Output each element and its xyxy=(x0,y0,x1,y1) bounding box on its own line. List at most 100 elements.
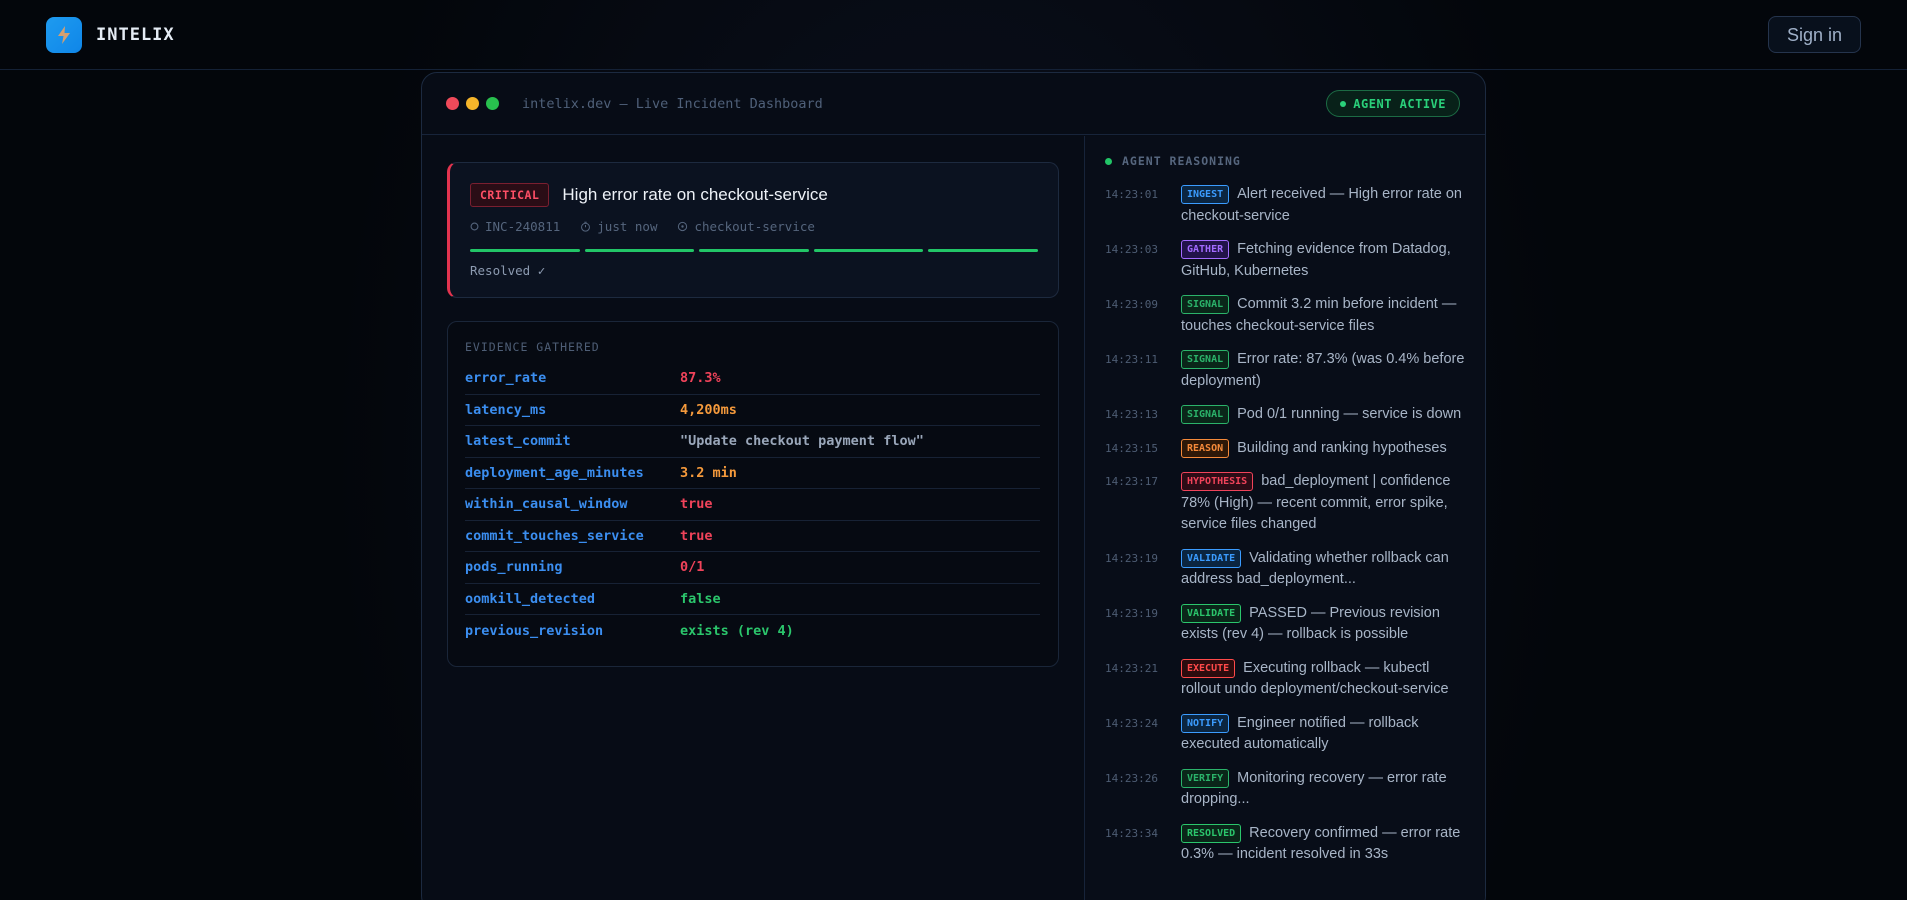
incident-time-value: just now xyxy=(597,219,658,234)
step-tag-badge: VALIDATE xyxy=(1181,603,1242,623)
evidence-title: EVIDENCE GATHERED xyxy=(465,340,600,354)
step-text: Pod 0/1 running — service is down xyxy=(1237,406,1462,422)
evidence-row: commit_touches_service true xyxy=(465,521,1040,552)
step-tag-badge: INGEST xyxy=(1181,185,1230,204)
evidence-value: exists (rev 4) xyxy=(680,622,794,639)
window-body: CRITICAL High error rate on checkout-ser… xyxy=(422,136,1485,900)
reasoning-step: 14:23:17 HYPOTHESIS bad_deployment | confi… xyxy=(1105,471,1471,536)
reasoning-step: 14:23:24 NOTIFY Engineer notified — rollba… xyxy=(1105,713,1471,756)
progress-segment xyxy=(699,249,809,252)
incident-status: Resolved ✓ xyxy=(470,263,546,278)
step-tag-badge: RESOLVED xyxy=(1181,823,1242,843)
step-timestamp: 14:23:11 xyxy=(1105,353,1158,366)
reasoning-log: 14:23:01 INGEST Alert received — High erro… xyxy=(1105,184,1471,878)
step-tag-badge: SIGNAL xyxy=(1181,295,1230,314)
brand[interactable]: INTELIX xyxy=(46,16,175,53)
evidence-row: latency_ms 4,200ms xyxy=(465,395,1040,426)
step-body: VALIDATE Validating whether rollback can … xyxy=(1181,548,1471,591)
step-timestamp: 14:23:03 xyxy=(1105,243,1158,256)
incident-pane: CRITICAL High error rate on checkout-ser… xyxy=(422,136,1084,900)
incident-card[interactable]: CRITICAL High error rate on checkout-ser… xyxy=(447,162,1059,298)
step-body: INGEST Alert received — High error rate o… xyxy=(1181,184,1471,227)
sign-in-button[interactable]: Sign in xyxy=(1767,16,1861,53)
step-tag-badge: SIGNAL xyxy=(1181,405,1230,424)
step-body: HYPOTHESIS bad_deployment | confidence 78… xyxy=(1181,471,1471,536)
step-timestamp: 14:23:01 xyxy=(1105,188,1158,201)
step-body: GATHER Fetching evidence from Datadog, Gi… xyxy=(1181,239,1471,282)
evidence-key: error_rate xyxy=(465,370,547,387)
step-tag-badge: VALIDATE xyxy=(1181,548,1242,568)
evidence-row: error_rate 87.3% xyxy=(465,363,1040,395)
evidence-value: "Update checkout payment flow" xyxy=(680,433,924,450)
window-titlebar: intelix.dev — Live Incident Dashboard AG… xyxy=(422,73,1485,135)
step-timestamp: 14:23:21 xyxy=(1105,661,1158,675)
reasoning-step: 14:23:19 VALIDATE PASSED — Previous revisi… xyxy=(1105,603,1471,646)
progress-segment xyxy=(928,249,1038,252)
agent-reasoning-pane: AGENT REASONING 14:23:01 INGEST Alert rece… xyxy=(1084,136,1485,900)
step-body: VALIDATE PASSED — Previous revision exist… xyxy=(1181,603,1471,646)
evidence-row: previous_revision exists (rev 4) xyxy=(465,615,1040,647)
top-navbar: INTELIX Sign in xyxy=(0,0,1907,70)
step-body: SIGNAL Commit 3.2 min before incident — t… xyxy=(1181,294,1471,337)
step-body: SIGNAL Pod 0/1 running — service is down xyxy=(1181,404,1461,426)
step-timestamp: 14:23:15 xyxy=(1105,441,1158,455)
evidence-value: 4,200ms xyxy=(680,401,737,418)
step-body: VERIFY Monitoring recovery — error rate d… xyxy=(1181,768,1471,811)
window-minimize-dot-icon xyxy=(466,97,479,110)
evidence-key: latest_commit xyxy=(465,433,571,450)
step-tag-badge: NOTIFY xyxy=(1181,713,1230,733)
step-tag-badge: VERIFY xyxy=(1181,768,1230,788)
step-text: Building and ranking hypotheses xyxy=(1237,439,1447,456)
bolt-logo-icon xyxy=(46,16,82,53)
evidence-value: 87.3% xyxy=(680,370,721,387)
incident-id-value: INC-240811 xyxy=(485,219,561,234)
evidence-table: error_rate 87.3% latency_ms 4,200ms latest_c… xyxy=(465,363,1040,647)
incident-meta: INC-240811 just now checkout-service xyxy=(470,219,1038,234)
evidence-key: within_causal_window xyxy=(465,496,628,513)
evidence-value: true xyxy=(680,496,713,513)
reasoning-step: 14:23:11 SIGNAL Error rate: 87.3% (was 0.4… xyxy=(1105,349,1471,392)
window-close-dot-icon xyxy=(446,97,459,110)
reasoning-step: 14:23:01 INGEST Alert received — High erro… xyxy=(1105,184,1471,227)
evidence-row: oomkill_detected false xyxy=(465,584,1040,615)
step-tag-badge: SIGNAL xyxy=(1181,350,1230,369)
evidence-row: latest_commit "Update checkout payment fl… xyxy=(465,426,1040,458)
step-body: SIGNAL Error rate: 87.3% (was 0.4% before… xyxy=(1181,349,1471,392)
evidence-row: within_causal_window true xyxy=(465,489,1040,521)
agent-status-label: AGENT ACTIVE xyxy=(1353,96,1446,111)
incident-time: just now xyxy=(580,219,657,234)
stopwatch-icon xyxy=(581,221,591,232)
incident-id: INC-240811 xyxy=(470,219,560,234)
progress-segment xyxy=(470,249,580,252)
incident-title: High error rate on checkout-service xyxy=(562,185,828,204)
agent-status-badge: AGENT ACTIVE xyxy=(1326,90,1460,117)
progress-segment xyxy=(813,249,924,252)
reasoning-step: 14:23:13 SIGNAL Pod 0/1 running — service … xyxy=(1105,404,1471,426)
live-dot-icon xyxy=(1105,157,1112,165)
step-body: EXECUTE Executing rollback — kubectl roll… xyxy=(1181,658,1471,701)
incident-service-value: checkout-service xyxy=(694,219,815,234)
evidence-value: true xyxy=(680,527,713,544)
dashboard-window: intelix.dev — Live Incident Dashboard AG… xyxy=(421,72,1486,900)
reasoning-step: 14:23:03 GATHER Fetching evidence from Dat… xyxy=(1105,239,1471,282)
reasoning-step: 14:23:26 VERIFY Monitoring recovery — erro… xyxy=(1105,768,1471,811)
evidence-key: pods_running xyxy=(465,559,563,576)
evidence-key: commit_touches_service xyxy=(465,527,644,544)
evidence-value: false xyxy=(680,590,721,607)
evidence-value: 3.2 min xyxy=(680,464,737,481)
reasoning-step: 14:23:09 SIGNAL Commit 3.2 min before inci… xyxy=(1105,294,1471,337)
target-icon xyxy=(678,221,688,232)
step-timestamp: 14:23:17 xyxy=(1105,475,1158,488)
severity-badge: CRITICAL xyxy=(470,183,550,207)
step-body: NOTIFY Engineer notified — rollback execu… xyxy=(1181,713,1471,756)
evidence-key: deployment_age_minutes xyxy=(465,464,644,481)
evidence-value: 0/1 xyxy=(680,559,705,576)
step-tag-badge: REASON xyxy=(1181,438,1230,458)
brand-name: INTELIX xyxy=(96,24,175,45)
step-timestamp: 14:23:34 xyxy=(1105,826,1158,840)
evidence-key: latency_ms xyxy=(465,401,547,418)
reasoning-title: AGENT REASONING xyxy=(1122,154,1241,168)
step-tag-badge: HYPOTHESIS xyxy=(1181,472,1254,491)
step-timestamp: 14:23:19 xyxy=(1105,606,1158,620)
step-tag-badge: EXECUTE xyxy=(1181,658,1236,678)
